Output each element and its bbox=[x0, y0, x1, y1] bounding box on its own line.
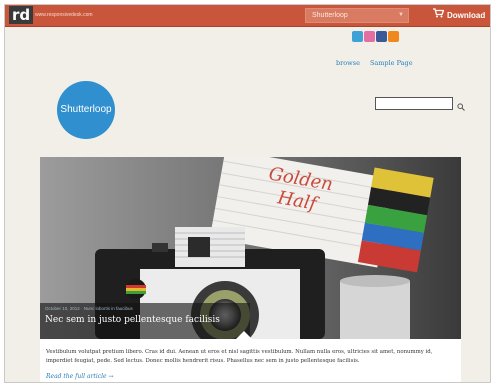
download-button[interactable]: Download bbox=[433, 8, 485, 23]
nav-item-browse[interactable]: browse bbox=[336, 59, 360, 67]
article-excerpt: Vestibulum volutpat pretium libero. Cras… bbox=[40, 339, 461, 382]
page-frame: rd www.responsivedesk.com Shutterloop ▼ … bbox=[4, 4, 491, 383]
slide-caption: October 10, 2012 · Nunc lobortis in fauc… bbox=[40, 303, 250, 339]
dribbble-icon[interactable] bbox=[364, 31, 375, 42]
search-icon[interactable] bbox=[457, 98, 465, 116]
slide-meta: October 10, 2012 · Nunc lobortis in fauc… bbox=[45, 306, 133, 311]
twitter-icon[interactable] bbox=[352, 31, 363, 42]
featured-slide[interactable]: Golden Half October 10, 2012 · Nunc lobo… bbox=[40, 157, 461, 339]
read-more-link[interactable]: Read the full article → bbox=[46, 373, 114, 380]
main-nav: browse Sample Page bbox=[336, 59, 413, 67]
cart-icon bbox=[433, 8, 445, 23]
top-bar: rd www.responsivedesk.com Shutterloop ▼ … bbox=[5, 5, 490, 27]
chevron-down-icon: ▼ bbox=[398, 12, 404, 18]
brand-circle[interactable]: Shutterloop bbox=[57, 81, 115, 139]
social-links bbox=[352, 31, 399, 42]
theme-select[interactable]: Shutterloop ▼ bbox=[305, 8, 409, 23]
excerpt-text: Vestibulum volutpat pretium libero. Cras… bbox=[46, 349, 433, 364]
site-domain: www.responsivedesk.com bbox=[35, 12, 93, 18]
nav-item-sample-page[interactable]: Sample Page bbox=[370, 59, 413, 67]
caption-pointer bbox=[236, 331, 252, 339]
theme-select-value: Shutterloop bbox=[312, 12, 348, 19]
search-input[interactable] bbox=[375, 97, 453, 110]
facebook-icon[interactable] bbox=[376, 31, 387, 42]
rss-icon[interactable] bbox=[388, 31, 399, 42]
site-logo[interactable]: rd bbox=[9, 6, 34, 24]
slide-title[interactable]: Nec sem in justo pellentesque facilisis bbox=[45, 315, 220, 325]
download-label: Download bbox=[447, 11, 486, 20]
